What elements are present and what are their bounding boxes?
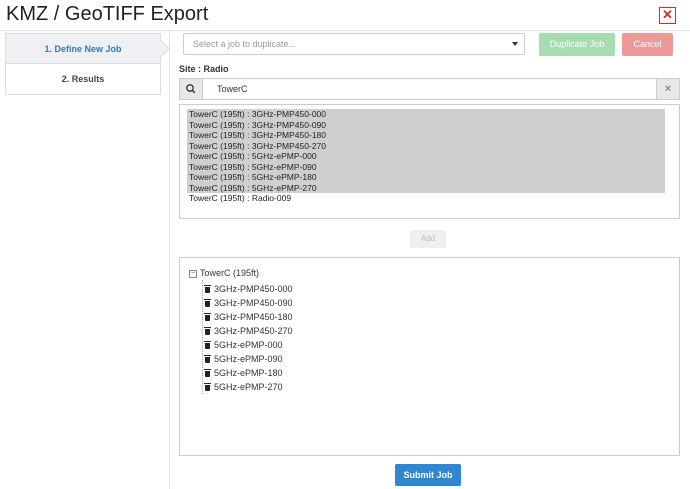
wizard-steps: 1. Define New Job 2. Results — [5, 33, 161, 95]
trash-icon[interactable] — [204, 313, 211, 321]
search-icon[interactable] — [180, 79, 203, 99]
radio-list[interactable]: TowerC (195ft) : 3GHz-PMP450-000 TowerC … — [179, 104, 680, 219]
cancel-button[interactable]: Cancel — [622, 33, 673, 56]
radio-list-item[interactable]: TowerC (195ft) : 5GHz-ePMP-000 — [187, 151, 665, 162]
add-button[interactable]: Add — [410, 230, 446, 248]
tree-item: 5GHz-ePMP-090 — [204, 353, 283, 365]
step-results[interactable]: 2. Results — [5, 64, 161, 95]
job-tree-panel: − TowerC (195ft) 3GHz-PMP450-000 3GHz-PMP… — [179, 257, 680, 456]
tree-item: 5GHz-ePMP-000 — [204, 339, 283, 351]
tree-item-label: 5GHz-ePMP-180 — [214, 368, 283, 378]
tree-item-label: 3GHz-PMP450-180 — [214, 312, 293, 322]
tree-item-label: 5GHz-ePMP-270 — [214, 382, 283, 392]
tree-item: 3GHz-PMP450-090 — [204, 297, 293, 309]
duplicate-job-button[interactable]: Duplicate Job — [539, 33, 615, 56]
radio-list-item[interactable]: TowerC (195ft) : 3GHz-PMP450-180 — [187, 130, 665, 141]
submit-job-button[interactable]: Submit Job — [395, 464, 461, 486]
radio-list-item[interactable]: TowerC (195ft) : 5GHz-ePMP-090 — [187, 161, 665, 172]
tree-item-label: 5GHz-ePMP-000 — [214, 340, 283, 350]
tree-item-label: 3GHz-PMP450-000 — [214, 284, 293, 294]
search-bar: × — [179, 78, 680, 100]
radio-list-item[interactable]: TowerC (195ft) : Radio-009 — [187, 193, 665, 204]
trash-icon[interactable] — [204, 341, 211, 349]
tree-item: 5GHz-ePMP-180 — [204, 367, 283, 379]
tree-item-label: 3GHz-PMP450-270 — [214, 326, 293, 336]
duplicate-job-select[interactable]: Select a job to duplicate... — [183, 33, 525, 55]
collapse-icon[interactable]: − — [189, 270, 197, 278]
clear-search-icon[interactable]: × — [656, 79, 679, 99]
trash-icon[interactable] — [204, 285, 211, 293]
radio-list-item[interactable]: TowerC (195ft) : 3GHz-PMP450-090 — [187, 119, 665, 130]
trash-icon[interactable] — [204, 327, 211, 335]
header-divider — [0, 30, 690, 31]
site-radio-label: Site : Radio — [179, 64, 229, 74]
search-input[interactable] — [209, 79, 665, 99]
tree-item: 3GHz-PMP450-000 — [204, 283, 293, 295]
duplicate-job-placeholder: Select a job to duplicate... — [193, 39, 297, 49]
tree-connector — [202, 280, 203, 394]
radio-list-item[interactable]: TowerC (195ft) : 3GHz-PMP450-000 — [187, 109, 665, 120]
dialog-title: KMZ / GeoTIFF Export — [6, 3, 209, 25]
tree-root-node[interactable]: − TowerC (195ft) — [189, 268, 259, 278]
tree-item: 3GHz-PMP450-180 — [204, 311, 293, 323]
tree-item: 3GHz-PMP450-270 — [204, 325, 293, 337]
radio-list-item[interactable]: TowerC (195ft) : 5GHz-ePMP-180 — [187, 172, 665, 183]
step-define-new-job[interactable]: 1. Define New Job — [5, 33, 161, 64]
radio-list-item[interactable]: TowerC (195ft) : 3GHz-PMP450-270 — [187, 140, 665, 151]
radio-list-item[interactable]: TowerC (195ft) : 5GHz-ePMP-270 — [187, 182, 665, 193]
tree-item-label: 3GHz-PMP450-090 — [214, 298, 293, 308]
caret-down-icon — [512, 42, 518, 46]
trash-icon[interactable] — [204, 369, 211, 377]
tree-root-label: TowerC (195ft) — [200, 268, 260, 278]
close-icon[interactable]: ✕ — [659, 7, 676, 24]
tree-item: 5GHz-ePMP-270 — [204, 381, 283, 393]
trash-icon[interactable] — [204, 299, 211, 307]
sidebar-divider — [169, 31, 170, 489]
trash-icon[interactable] — [204, 355, 211, 363]
trash-icon[interactable] — [204, 383, 211, 391]
tree-item-label: 5GHz-ePMP-090 — [214, 354, 283, 364]
